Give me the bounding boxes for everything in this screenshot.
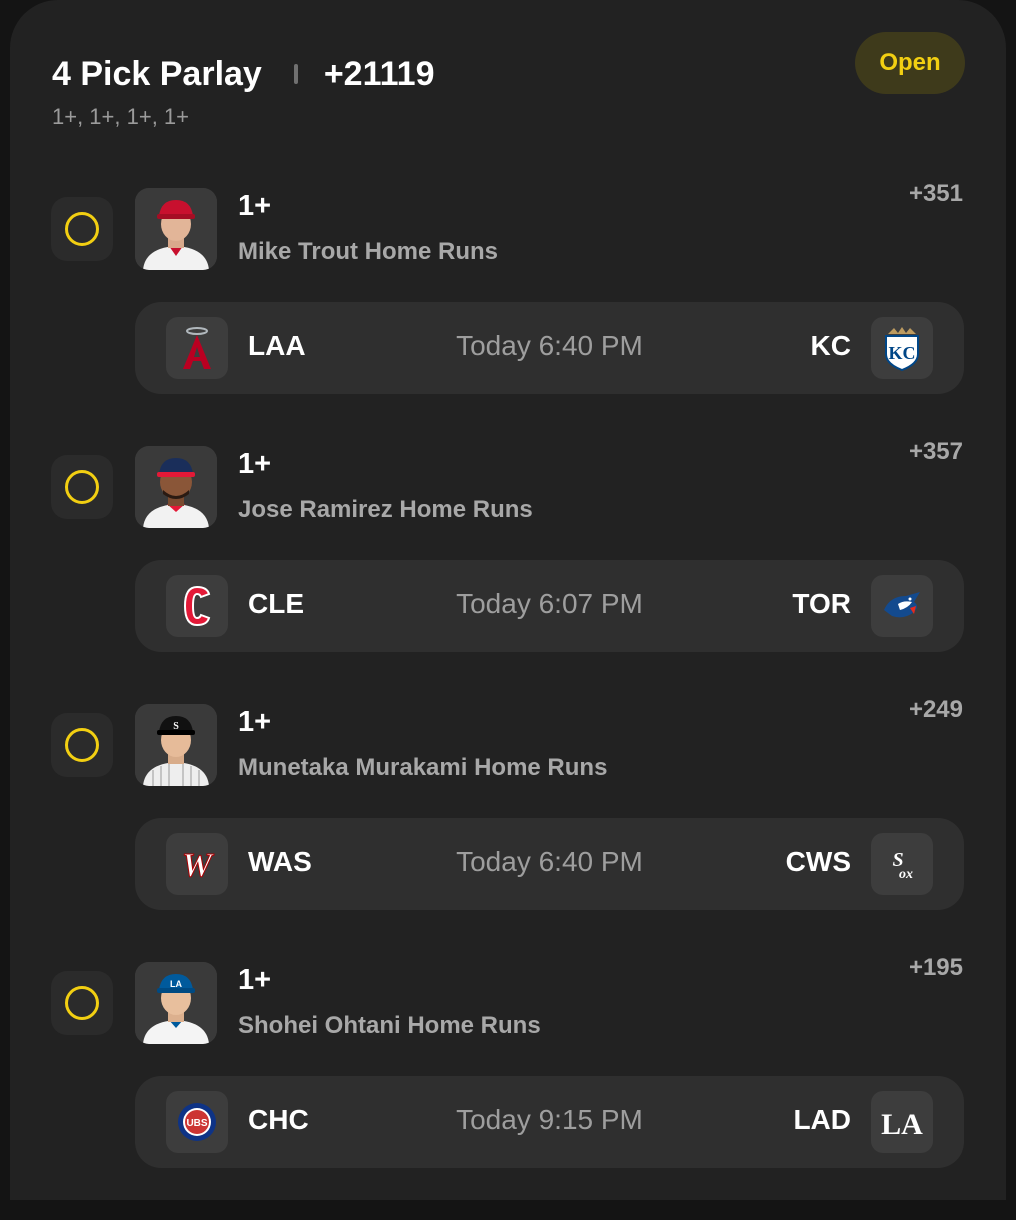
away-team-abbr: KC [810,330,851,361]
status-badge: Open [855,32,965,94]
leg-market: Mike Trout Home Runs [238,238,499,265]
parlay-title: 4 Pick Parlay [52,54,262,93]
parlay-leg[interactable]: LA 1+ Shohei Ohtani Home Runs +195 UBS C… [10,954,1006,1220]
leg-status [51,713,113,777]
game-row[interactable]: W WAS Today 6:40 PM CWS S ox [135,818,964,910]
away-team-abbr: LAD [793,1104,851,1135]
leg-market: Munetaka Murakami Home Runs [238,754,608,781]
pending-circle-icon [65,986,99,1020]
game-row[interactable]: UBS CHC Today 9:15 PM LAD LA [135,1076,964,1168]
leg-line: 1+ [238,448,272,480]
parlay-header: 4 Pick Parlay +21119 [52,50,434,98]
pending-circle-icon [65,470,99,504]
player-avatar: LA [135,962,217,1044]
leg-odds: +351 [908,180,963,207]
away-team-abbr: TOR [792,588,851,619]
parlay-leg[interactable]: 1+ Jose Ramirez Home Runs +357 CLE Today… [10,438,1006,704]
leg-market: Shohei Ohtani Home Runs [238,1012,541,1039]
leg-line: 1+ [238,190,272,222]
svg-text:KC: KC [889,343,916,363]
dodgers-logo-icon: LA [871,1091,933,1153]
royals-logo-icon: KC [871,317,933,379]
leg-market: Jose Ramirez Home Runs [238,496,533,523]
blue-jays-logo-icon [871,575,933,637]
parlay-subtitle: 1+, 1+, 1+, 1+ [52,104,190,129]
parlay-leg[interactable]: 1+ Mike Trout Home Runs +351 LAA Today 6… [10,180,1006,446]
player-avatar: S [135,704,217,786]
away-team-abbr: CWS [785,846,851,877]
game-row[interactable]: LAA Today 6:40 PM KC KC [135,302,964,394]
leg-line: 1+ [238,964,272,996]
game-row[interactable]: CLE Today 6:07 PM TOR [135,560,964,652]
parlay-odds: +21119 [323,54,435,93]
leg-status [51,197,113,261]
parlay-card[interactable]: 4 Pick Parlay +21119 1+, 1+, 1+, 1+ Open… [10,0,1006,1200]
white-sox-logo-icon: S ox [871,833,933,895]
parlay-leg[interactable]: S 1+ Munetaka Murakami Home Runs +249 W … [10,696,1006,962]
pending-circle-icon [65,728,99,762]
leg-status [51,455,113,519]
player-avatar [135,446,217,528]
leg-line: 1+ [238,706,272,738]
svg-text:ox: ox [899,867,913,882]
svg-text:LA: LA [881,1108,923,1141]
pending-circle-icon [65,212,99,246]
leg-status [51,971,113,1035]
leg-odds: +195 [908,954,963,981]
title-separator [293,64,298,84]
player-avatar [135,188,217,270]
svg-text:LA: LA [170,979,182,989]
svg-text:S: S [173,721,179,732]
leg-odds: +249 [908,696,963,723]
leg-odds: +357 [908,438,963,465]
